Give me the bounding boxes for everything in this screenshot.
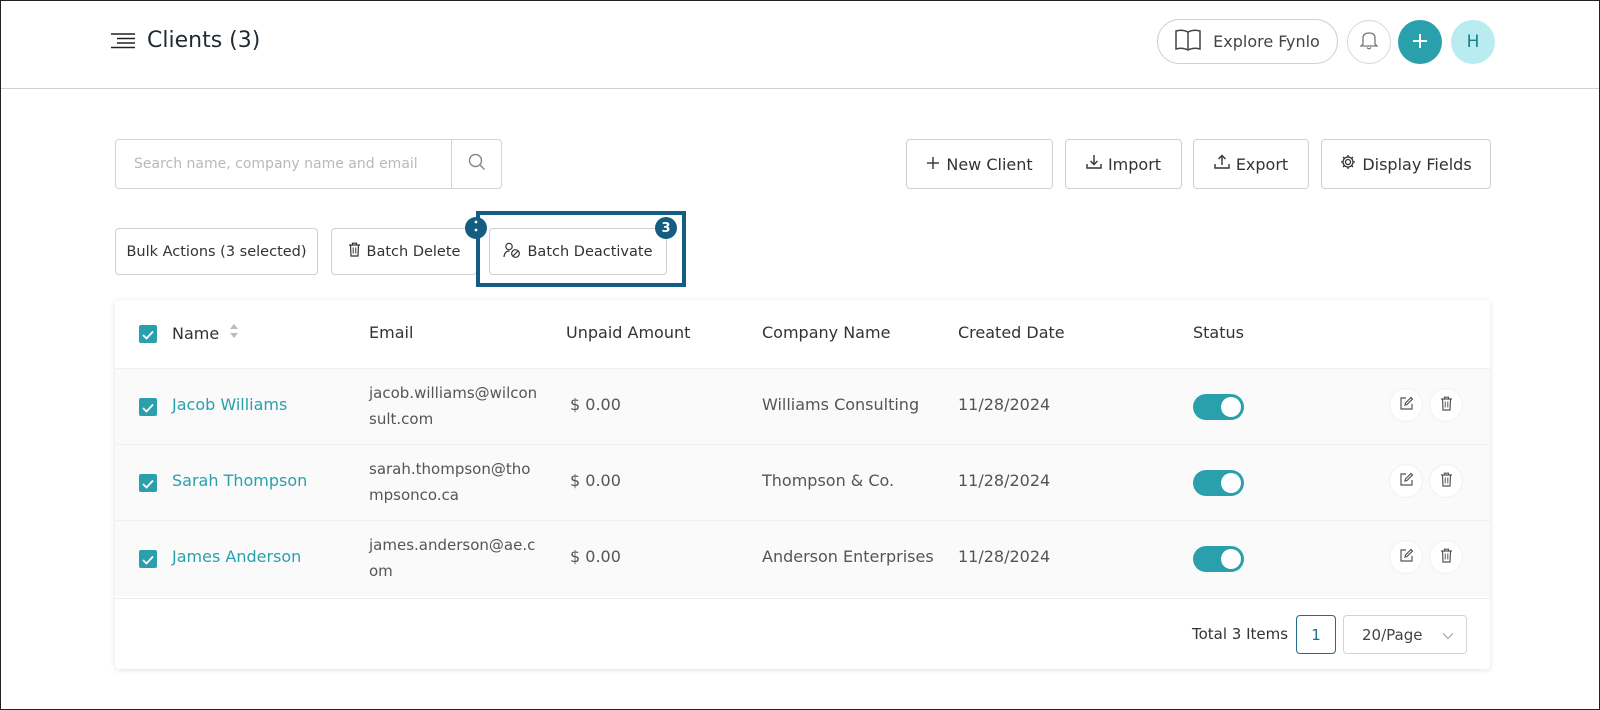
status-column-header: Status [1193, 323, 1244, 342]
user-avatar[interactable]: H [1451, 20, 1495, 64]
client-name-link[interactable]: Sarah Thompson [172, 471, 307, 490]
edit-icon [1399, 548, 1414, 567]
clients-table-card: Name Email Unpaid Amount Company Name Cr… [115, 300, 1490, 669]
edit-button[interactable] [1390, 389, 1422, 421]
upload-icon [1214, 154, 1230, 174]
vertical-dots-icon [474, 220, 478, 236]
batch-delete-button[interactable]: Batch Delete [331, 228, 477, 275]
display-fields-label: Display Fields [1362, 154, 1472, 174]
explore-fynlo-button[interactable]: Explore Fynlo [1157, 19, 1338, 64]
company-name: Thompson & Co. [762, 471, 895, 490]
new-client-button[interactable]: New Client [906, 139, 1053, 189]
edit-button[interactable] [1390, 541, 1422, 573]
add-new-button[interactable] [1398, 20, 1442, 64]
company-name: Anderson Enterprises [762, 547, 934, 566]
name-header-label: Name [172, 323, 220, 343]
plus-icon [1411, 28, 1429, 56]
bulk-actions-label: Bulk Actions (3 selected) [126, 243, 307, 260]
export-button[interactable]: Export [1193, 139, 1309, 189]
created-date: 11/28/2024 [958, 471, 1051, 490]
select-all-checkbox[interactable] [139, 325, 157, 343]
plus-icon [926, 155, 940, 174]
toggle-knob [1221, 549, 1241, 569]
page-title: Clients (3) [147, 28, 261, 53]
check-icon [142, 474, 154, 493]
search-button[interactable] [451, 140, 501, 188]
edit-icon [1399, 396, 1414, 415]
page-number-button[interactable]: 1 [1296, 615, 1336, 654]
edit-button[interactable] [1390, 465, 1422, 497]
check-icon [142, 325, 154, 344]
delete-button[interactable] [1430, 465, 1462, 497]
download-icon [1086, 154, 1102, 174]
page-size-value: 20/Page [1362, 625, 1423, 644]
menu-lines-icon[interactable] [111, 31, 135, 51]
book-icon [1175, 28, 1201, 55]
table-header-row: Name Email Unpaid Amount Company Name Cr… [115, 300, 1490, 368]
table-row: Jacob Williams jacob.williams@wilconsult… [115, 368, 1490, 444]
toggle-knob [1221, 397, 1241, 417]
unpaid-amount: $ 0.00 [570, 471, 621, 490]
edit-icon [1399, 472, 1414, 491]
status-toggle[interactable] [1193, 546, 1244, 572]
created-date: 11/28/2024 [958, 395, 1051, 414]
unpaid-column-header: Unpaid Amount [566, 323, 691, 342]
unpaid-amount: $ 0.00 [570, 547, 621, 566]
import-label: Import [1107, 154, 1162, 174]
explore-fynlo-label: Explore Fynlo [1213, 32, 1320, 51]
gear-icon [1340, 154, 1356, 174]
company-column-header: Company Name [762, 323, 891, 342]
trash-icon [1440, 472, 1453, 491]
status-toggle[interactable] [1193, 470, 1244, 496]
sort-icon[interactable] [229, 323, 239, 343]
table-row: James Anderson james.anderson@ae.com $ 0… [115, 520, 1490, 596]
delete-button[interactable] [1430, 389, 1462, 421]
notifications-button[interactable] [1347, 20, 1391, 64]
trash-icon [1440, 396, 1453, 415]
trash-icon [348, 242, 361, 261]
client-name-link[interactable]: Jacob Williams [172, 395, 287, 414]
email-column-header: Email [369, 323, 414, 342]
unpaid-amount: $ 0.00 [570, 395, 621, 414]
row-checkbox[interactable] [139, 550, 157, 568]
row-checkbox[interactable] [139, 398, 157, 416]
client-name-link[interactable]: James Anderson [172, 547, 301, 566]
client-email: james.anderson@ae.com [369, 536, 536, 580]
created-date: 11/28/2024 [958, 547, 1051, 566]
trash-icon [1440, 548, 1453, 567]
batch-delete-label: Batch Delete [366, 243, 461, 260]
search-input[interactable] [116, 140, 451, 188]
bulk-actions-button[interactable]: Bulk Actions (3 selected) [115, 228, 318, 275]
name-column-header[interactable]: Name [172, 323, 239, 343]
new-client-label: New Client [946, 154, 1033, 174]
company-name: Williams Consulting [762, 395, 920, 414]
check-icon [142, 398, 154, 417]
status-toggle[interactable] [1193, 394, 1244, 420]
delete-button[interactable] [1430, 541, 1462, 573]
page-size-select[interactable]: 20/Page [1343, 615, 1467, 654]
user-deactivate-icon [503, 242, 521, 262]
row-checkbox[interactable] [139, 474, 157, 492]
batch-deactivate-button[interactable]: Batch Deactivate [489, 228, 667, 275]
search-icon [468, 153, 486, 175]
toggle-knob [1221, 473, 1241, 493]
client-email: jacob.williams@wilconsult.com [369, 384, 538, 428]
pagination-bar: Total 3 Items 1 20/Page [115, 598, 1490, 669]
client-email: sarah.thompson@thompsonco.ca [369, 460, 531, 504]
chevron-down-icon [1442, 626, 1454, 644]
export-label: Export [1235, 154, 1289, 174]
created-column-header: Created Date [958, 323, 1065, 342]
table-row: Sarah Thompson sarah.thompson@thompsonco… [115, 444, 1490, 520]
step-number-badge: 3 [655, 217, 677, 239]
batch-deactivate-label: Batch Deactivate [527, 243, 653, 260]
top-header: Clients (3) Explore Fynlo H [0, 0, 1600, 89]
check-icon [142, 550, 154, 569]
total-items: Total 3 Items [1192, 625, 1289, 643]
search-box [115, 139, 502, 189]
more-options-badge[interactable] [465, 217, 487, 239]
bell-icon [1359, 30, 1379, 54]
page-title-group: Clients (3) [111, 28, 260, 53]
import-button[interactable]: Import [1065, 139, 1182, 189]
display-fields-button[interactable]: Display Fields [1321, 139, 1491, 189]
